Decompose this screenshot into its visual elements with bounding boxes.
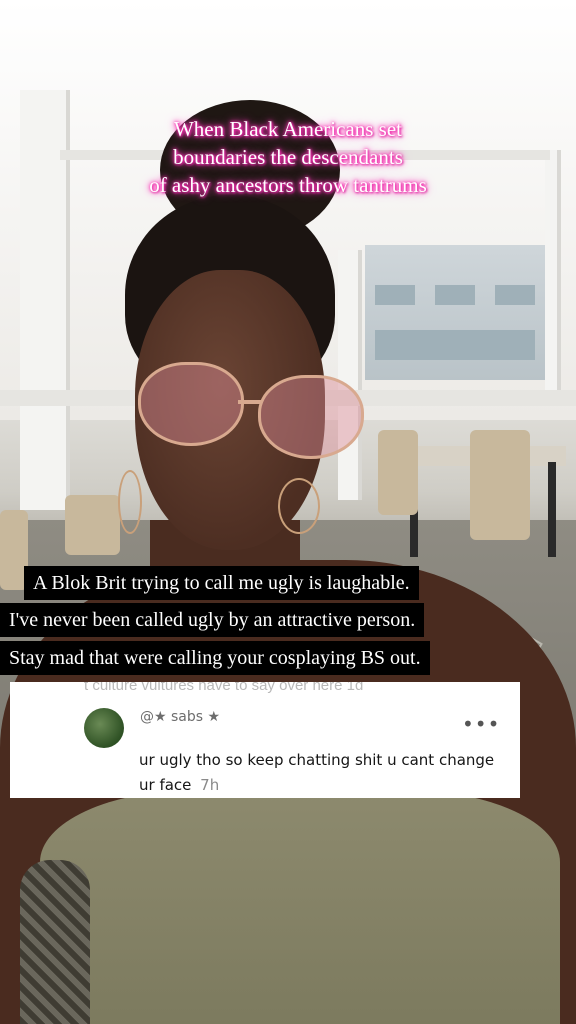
overlay-title-line: of ashy ancestors throw tantrums (149, 173, 427, 197)
railing-post (545, 150, 561, 400)
overlay-title-line: When Black Americans set (173, 117, 402, 141)
sunglasses-bridge (238, 400, 262, 404)
wicker-chair (20, 860, 90, 1024)
comment-text: ur ugly tho so keep chatting shit u cant… (139, 751, 495, 794)
comment-body: ur ugly tho so keep chatting shit u cant… (139, 748, 509, 798)
caption-line: A Blok Brit trying to call me ugly is la… (24, 566, 419, 600)
more-horizontal-icon[interactable]: ••• (462, 712, 500, 736)
comment-card: t culture vultures have to say over here… (10, 682, 520, 798)
sunglasses-right-lens (258, 375, 364, 459)
sunglasses-left-lens (138, 362, 244, 446)
table-leg (548, 462, 556, 557)
comment-username[interactable]: @★ sabs ★ (140, 709, 220, 725)
overlay-title-line: boundaries the descendants (173, 145, 403, 169)
overlay-title: When Black Americans set boundaries the … (60, 115, 516, 199)
hoop-earring (118, 470, 142, 534)
railing-post (338, 250, 362, 500)
stool (378, 430, 418, 515)
stool (470, 430, 530, 540)
background-building (365, 245, 550, 380)
comment-partial-line: t culture vultures have to say over here… (84, 682, 364, 694)
caption-line: Stay mad that were calling your cosplayi… (0, 641, 430, 675)
hoop-earring (278, 478, 320, 534)
stool (65, 495, 120, 555)
person-dress (40, 790, 560, 1024)
avatar[interactable] (84, 708, 124, 748)
caption-line: I've never been called ugly by an attrac… (0, 603, 425, 637)
comment-time: 7h (200, 776, 220, 794)
